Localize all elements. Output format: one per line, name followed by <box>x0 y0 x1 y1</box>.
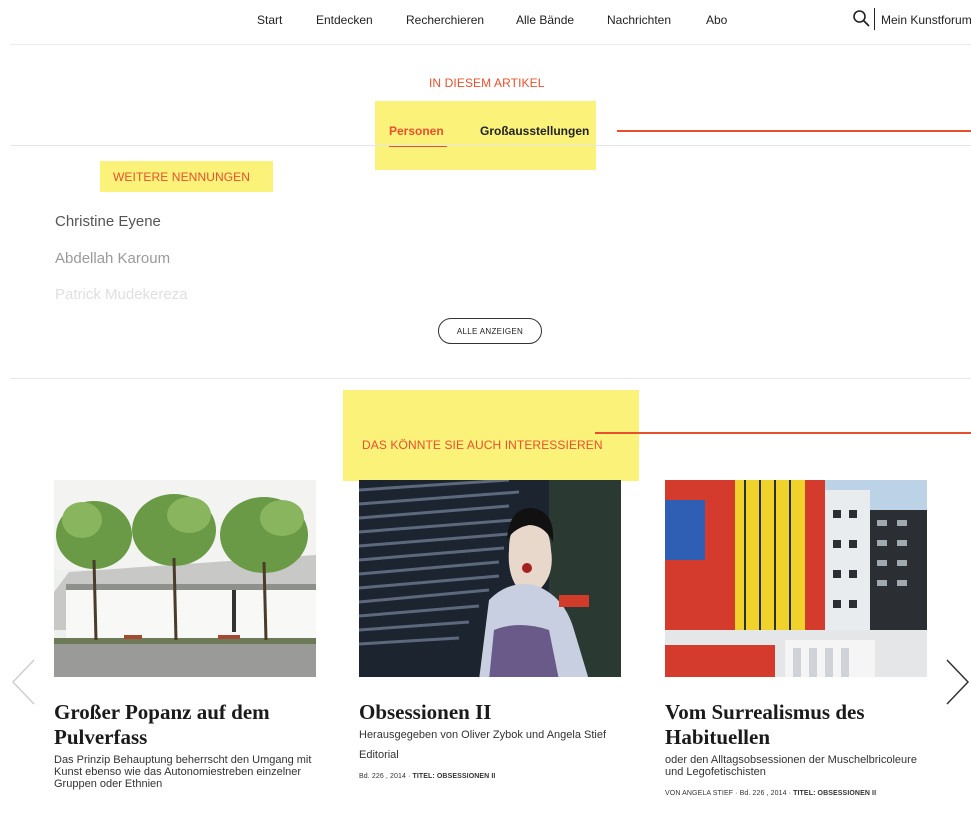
section-divider <box>10 145 971 146</box>
section-divider <box>10 378 971 379</box>
nav-item-alle-baende[interactable]: Alle Bände <box>516 13 574 27</box>
person-link[interactable]: Abdellah Karoum <box>55 250 170 267</box>
nav-separator <box>874 8 875 30</box>
article-title[interactable]: Großer Popanz auf dem Pulverfass <box>54 700 316 750</box>
article-image-lego[interactable] <box>665 480 927 677</box>
article-nav-heading: IN DIESEM ARTIKEL <box>429 76 545 90</box>
article-image-portrait[interactable] <box>359 480 621 677</box>
annotation-line <box>617 130 971 132</box>
mentions-heading: WEITERE NENNUNGEN <box>113 170 251 184</box>
chevron-left-icon[interactable] <box>10 658 38 706</box>
article-subtitle: Das Prinzip Behauptung beherrscht den Um… <box>54 754 312 790</box>
nav-divider <box>10 44 971 45</box>
article-issue-title[interactable]: TITEL: OBSESSIONEN II <box>793 790 876 797</box>
article-title[interactable]: Vom Surrealismus des Habituellen <box>665 700 927 750</box>
nav-item-abo[interactable]: Abo <box>706 13 727 27</box>
nav-item-entdecken[interactable]: Entdecken <box>316 13 373 27</box>
person-link[interactable]: Patrick Mudekereza <box>55 286 188 303</box>
annotation-line <box>595 432 971 434</box>
tab-grossausstellungen[interactable]: Großausstellungen <box>480 124 589 138</box>
article-issue: Bd. 226 , 2014 · <box>739 790 794 797</box>
article-issue-title[interactable]: TITEL: OBSESSIONEN II <box>412 773 495 780</box>
article-meta: VON ANGELA STIEF · Bd. 226 , 2014 · TITE… <box>665 790 927 797</box>
article-author[interactable]: VON ANGELA STIEF · <box>665 790 740 797</box>
nav-item-start[interactable]: Start <box>257 13 282 27</box>
article-category: Editorial <box>359 749 399 761</box>
person-link[interactable]: Christine Eyene <box>55 213 161 230</box>
article-card[interactable]: Vom Surrealismus des Habituellen oder de… <box>665 480 927 797</box>
article-image-building[interactable] <box>54 480 316 677</box>
article-subtitle: Herausgegeben von Oliver Zybok und Angel… <box>359 729 607 741</box>
article-issue: Bd. 226 , 2014 · <box>359 773 413 780</box>
search-icon[interactable] <box>852 9 870 27</box>
article-card[interactable]: Großer Popanz auf dem Pulverfass Das Pri… <box>54 480 316 790</box>
chevron-right-icon[interactable] <box>943 658 971 706</box>
account-link[interactable]: Mein Kunstforum <box>881 13 971 27</box>
nav-item-nachrichten[interactable]: Nachrichten <box>607 13 671 27</box>
nav-item-recherchieren[interactable]: Recherchieren <box>406 13 484 27</box>
related-heading: DAS KÖNNTE SIE AUCH INTERESSIEREN <box>362 438 603 452</box>
highlight-related-heading <box>343 390 639 481</box>
article-card[interactable]: Obsessionen II Herausgegeben von Oliver … <box>359 480 621 780</box>
tab-personen[interactable]: Personen <box>389 124 444 138</box>
article-title[interactable]: Obsessionen II <box>359 700 621 725</box>
article-subtitle: oder den Alltagsobsessionen der Muschelb… <box>665 754 917 778</box>
top-navigation: Start Entdecken Recherchieren Alle Bände… <box>0 0 971 44</box>
article-meta: Bd. 226 , 2014 · TITEL: OBSESSIONEN II <box>359 773 621 780</box>
show-all-button[interactable]: ALLE ANZEIGEN <box>438 318 542 344</box>
